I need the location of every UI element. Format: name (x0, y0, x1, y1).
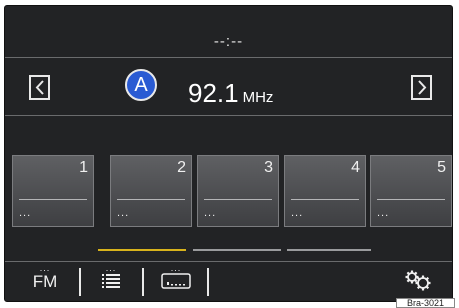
preset-divider (204, 199, 272, 200)
media-menu-dots: ... (170, 263, 182, 273)
fm-band-button[interactable]: ... FM (23, 263, 67, 301)
preset-divider (117, 199, 185, 200)
next-station-button[interactable] (411, 75, 432, 100)
preset-divider (19, 199, 87, 200)
list-menu-dots: ... (105, 263, 117, 273)
media-source-button[interactable]: ... (153, 263, 199, 301)
callout-marker: A (125, 69, 157, 101)
radio-screen: --:-- A 92.1 MHz 1 ... 2 ... 3 ... 4 ...… (4, 5, 453, 302)
preset-button-4[interactable]: 4 ... (284, 155, 366, 227)
tuner-divider (5, 115, 452, 116)
page-indicator-3 (287, 249, 371, 251)
preset-number: 3 (264, 159, 273, 176)
page-indicator-1 (98, 249, 186, 251)
chevron-right-icon (417, 80, 427, 95)
frequency-display: 92.1 MHz (188, 78, 273, 109)
preset-divider (291, 199, 359, 200)
settings-icon (403, 270, 433, 295)
preset-button-3[interactable]: 3 ... (197, 155, 279, 227)
button-separator (79, 268, 81, 296)
preset-number: 2 (177, 159, 186, 176)
preset-button-1[interactable]: 1 ... (12, 155, 94, 227)
preset-button-2[interactable]: 2 ... (110, 155, 192, 227)
media-icon (161, 273, 191, 293)
preset-divider (377, 199, 445, 200)
prev-station-button[interactable] (29, 75, 50, 100)
bottom-divider (5, 261, 452, 262)
preset-name: ... (204, 207, 217, 219)
bottom-bar: ... FM ... ... (5, 263, 452, 301)
station-list-button[interactable]: ... (89, 263, 133, 301)
preset-name: ... (291, 207, 304, 219)
preset-list: 1 ... 2 ... 3 ... 4 ... 5 ... (5, 155, 452, 227)
frequency-value: 92.1 (188, 78, 239, 108)
band-label: FM (32, 272, 58, 291)
preset-button-5[interactable]: 5 ... (370, 155, 452, 227)
preset-number: 5 (437, 159, 446, 176)
preset-number: 4 (351, 159, 360, 176)
preset-name: ... (19, 207, 32, 219)
button-separator (142, 268, 144, 296)
chevron-left-icon (35, 80, 45, 95)
frequency-unit: MHz (242, 89, 274, 106)
page-indicator-2 (193, 249, 281, 251)
preset-number: 1 (79, 159, 88, 176)
figure-reference-tag: Bra-3021 (396, 298, 455, 308)
button-separator (207, 268, 209, 296)
preset-name: ... (117, 207, 130, 219)
list-icon (102, 274, 120, 293)
clock: --:-- (213, 33, 244, 50)
preset-name: ... (377, 207, 390, 219)
header-divider (5, 57, 452, 58)
